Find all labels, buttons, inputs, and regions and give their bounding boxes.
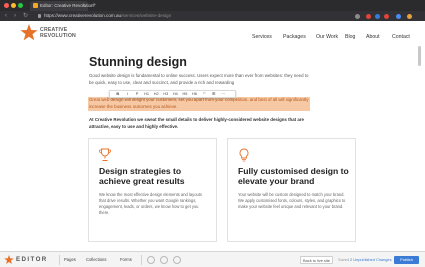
- editor-collections-button[interactable]: Collections: [86, 252, 106, 267]
- tab-title: Editor: Creative Revolution: [40, 3, 94, 8]
- text-format-toolbar: B I P H1 H2 H3 H4 H5 H6 “” ⊞ ⋯: [109, 90, 236, 98]
- toolbar-h4-button[interactable]: H4: [171, 90, 181, 98]
- window-zoom-button[interactable]: [18, 3, 23, 8]
- nav-blog[interactable]: Blog: [345, 34, 355, 40]
- url-host: https://www.creativerevolution.com.au: [44, 13, 122, 18]
- nav-about[interactable]: About: [366, 34, 380, 40]
- window-close-button[interactable]: [4, 3, 9, 8]
- bookmark-star-icon[interactable]: [355, 14, 360, 19]
- address-bar: ‹ › ↻ https://www.creativerevolution.com…: [0, 11, 425, 21]
- feature-card[interactable]: Fully customised design to elevate your …: [227, 138, 356, 242]
- trophy-icon: [99, 148, 111, 161]
- toolbar-italic-button[interactable]: I: [123, 90, 133, 98]
- back-to-live-button[interactable]: Back to live site: [300, 256, 333, 264]
- page-scrollbar[interactable]: [418, 46, 421, 66]
- favicon-icon: [33, 3, 38, 8]
- unpublished-changes-link[interactable]: 2 Unpublished Changes: [350, 252, 392, 267]
- history-icon[interactable]: [173, 256, 181, 264]
- editor-forms-button[interactable]: Forms: [120, 252, 132, 267]
- reload-icon[interactable]: ↻: [23, 11, 28, 21]
- extension-icon[interactable]: [396, 14, 401, 19]
- intro-paragraph[interactable]: Good website design is fundamental to on…: [89, 73, 314, 86]
- publish-button[interactable]: Publish: [394, 256, 419, 264]
- card-body: Your website will be custom designed to …: [238, 192, 346, 210]
- editor-pages-button[interactable]: Pages: [64, 252, 76, 267]
- url-field[interactable]: https://www.creativerevolution.com.au/se…: [44, 11, 171, 21]
- url-path: /services/website-design: [121, 13, 172, 18]
- toolbar-h3-button[interactable]: H3: [161, 90, 171, 98]
- extension-icon[interactable]: [407, 14, 412, 19]
- editor-wordmark: EDITOR: [16, 256, 48, 263]
- browser-tab-bar: Editor: Creative Revolution × +: [0, 0, 425, 11]
- divider: [59, 255, 60, 265]
- card-title: Design strategies to achieve great resul…: [99, 166, 185, 186]
- page-heading[interactable]: Stunning design: [89, 55, 187, 69]
- logo-wordmark[interactable]: CREATIVE REVOLUTION: [40, 27, 77, 39]
- toolbar-h5-button[interactable]: H5: [180, 90, 190, 98]
- redo-icon[interactable]: [160, 256, 168, 264]
- divider: [141, 255, 142, 265]
- toolbar-h1-button[interactable]: H1: [142, 90, 152, 98]
- extension-icon[interactable]: [384, 14, 389, 19]
- window-minimize-button[interactable]: [11, 3, 16, 8]
- nav-contact[interactable]: Contact: [392, 34, 410, 40]
- lock-icon: [38, 14, 41, 18]
- tab-close-icon[interactable]: ×: [82, 2, 85, 10]
- feature-card[interactable]: Design strategies to achieve great resul…: [88, 138, 217, 242]
- selected-paragraph[interactable]: Great web design will delight your custo…: [89, 97, 314, 110]
- card-title: Fully customised design to elevate your …: [238, 166, 349, 186]
- new-tab-button[interactable]: +: [92, 1, 96, 10]
- toolbar-h2-button[interactable]: H2: [151, 90, 161, 98]
- editor-logo-star-icon: [4, 255, 14, 265]
- toolbar-table-button[interactable]: ⊞: [209, 90, 219, 98]
- editor-bar: EDITOR Pages Collections Forms Back to l…: [0, 251, 425, 267]
- toolbar-h6-button[interactable]: H6: [190, 90, 200, 98]
- nav-services[interactable]: Services: [252, 34, 272, 40]
- emphasis-paragraph[interactable]: At Creative Revolution we sweat the smal…: [89, 117, 314, 130]
- browser-tab[interactable]: Editor: Creative Revolution ×: [30, 1, 94, 11]
- saved-status: Saved: [338, 257, 350, 262]
- toolbar-quote-button[interactable]: “”: [199, 90, 209, 98]
- logo-star-icon[interactable]: [20, 24, 38, 42]
- toolbar-bold-button[interactable]: B: [113, 90, 123, 98]
- nav-packages[interactable]: Packages: [283, 34, 306, 40]
- forward-icon[interactable]: ›: [14, 11, 16, 21]
- back-icon[interactable]: ‹: [5, 11, 7, 21]
- logo-line-2: REVOLUTION: [40, 32, 77, 39]
- extension-icon[interactable]: [375, 14, 380, 19]
- toolbar-more-button[interactable]: ⋯: [219, 90, 229, 98]
- extension-icon[interactable]: [366, 14, 371, 19]
- undo-icon[interactable]: [147, 256, 155, 264]
- nav-our-work[interactable]: Our Work: [316, 34, 338, 40]
- lightbulb-icon: [239, 148, 249, 162]
- card-body: We know the most effective design elemen…: [99, 192, 202, 216]
- toolbar-paragraph-button[interactable]: P: [132, 90, 142, 98]
